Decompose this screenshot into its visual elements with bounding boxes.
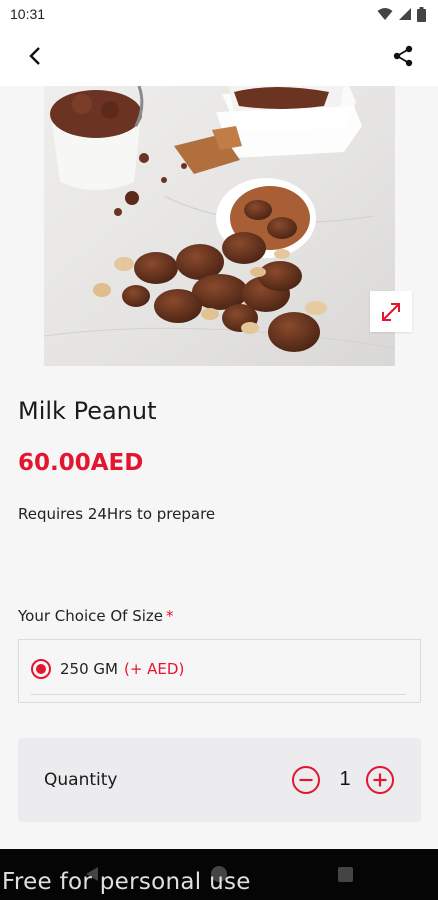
signal-icon — [399, 8, 411, 20]
quantity-value: 1 — [339, 768, 351, 790]
share-icon — [393, 45, 413, 67]
top-app-bar — [0, 28, 438, 86]
watermark: Free for personal use — [2, 869, 251, 895]
wifi-icon — [377, 8, 393, 20]
quantity-card: Quantity 1 — [18, 738, 421, 822]
radio-dot — [36, 664, 46, 674]
quantity-label: Quantity — [44, 770, 118, 790]
product-photo — [44, 86, 395, 366]
status-bar: 10:31 — [0, 0, 438, 28]
size-options-box: 250 GM (+ AED) — [18, 639, 421, 703]
nav-recents-icon[interactable] — [338, 867, 353, 882]
size-divider — [31, 694, 406, 695]
expand-image-button[interactable] — [370, 291, 412, 332]
product-price: 60.00AED — [18, 450, 144, 476]
back-button[interactable] — [22, 43, 48, 69]
size-option-extra-price: (+ AED) — [123, 660, 185, 678]
size-section-label: Your Choice Of Size * — [18, 607, 174, 625]
size-label-text: Your Choice Of Size — [18, 607, 164, 625]
quantity-decrease-button[interactable] — [291, 765, 321, 795]
status-icons — [377, 6, 426, 22]
expand-icon — [382, 302, 400, 321]
size-option-name: 250 GM — [60, 660, 118, 678]
product-image[interactable] — [44, 86, 395, 366]
quantity-increase-button[interactable] — [365, 765, 395, 795]
product-title: Milk Peanut — [18, 397, 157, 425]
preparation-note: Requires 24Hrs to prepare — [18, 505, 216, 523]
chevron-left-icon — [29, 47, 40, 65]
minus-circle-icon — [292, 766, 320, 794]
share-button[interactable] — [390, 43, 416, 69]
status-time: 10:31 — [10, 6, 46, 22]
battery-icon — [417, 6, 426, 22]
radio-selected-icon[interactable] — [31, 659, 51, 679]
required-mark: * — [166, 607, 174, 625]
plus-circle-icon — [366, 766, 394, 794]
size-option-250gm[interactable]: 250 GM (+ AED) — [31, 659, 184, 679]
